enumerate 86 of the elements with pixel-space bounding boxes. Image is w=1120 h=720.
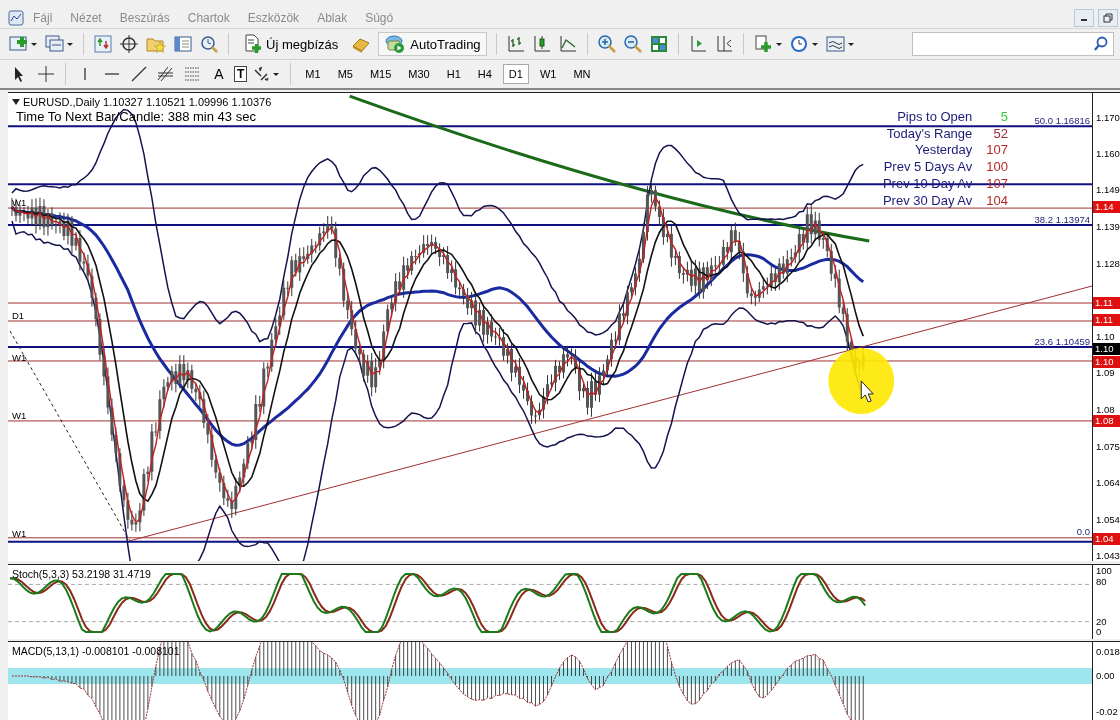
fibonacci-label: 0.0 (1076, 526, 1090, 537)
stat-value: 5 (999, 109, 1008, 126)
timeframe-tab[interactable]: H1 (440, 64, 467, 84)
period-label: W1 (12, 352, 27, 363)
axis-label: 0.018 (1096, 646, 1120, 657)
stat-label: Pips to Open (896, 109, 973, 126)
axis-label: 0 (1096, 626, 1102, 637)
stat-value: 52 (992, 125, 1008, 143)
bar-chart-icon[interactable] (505, 34, 526, 54)
axis-label: 1.075 (1096, 441, 1120, 452)
axis-label: 1.139 (1096, 221, 1120, 232)
price-tag: 1.10 (1093, 343, 1120, 355)
axis-label: 100 (1096, 565, 1112, 576)
axis-label: 1.170 (1096, 112, 1120, 123)
window-stack-icon[interactable] (44, 34, 74, 54)
chart-add-icon[interactable] (8, 34, 38, 54)
autotrading-button[interactable]: AutoTrading (378, 32, 487, 56)
axis-label: 1.054 (1096, 514, 1120, 525)
stat-label: Today's Range (885, 125, 973, 143)
timeframe-tab[interactable]: D1 (502, 64, 529, 84)
stat-label: Yesterday (913, 142, 973, 160)
minimize-button[interactable] (1074, 9, 1094, 27)
indicator-window-icon[interactable] (824, 34, 855, 54)
axis-label: 1.08 (1096, 404, 1115, 415)
zoom-out-icon[interactable] (622, 34, 643, 54)
search-icon (1093, 36, 1109, 52)
tile-windows-icon[interactable] (648, 34, 669, 54)
period-label: W1 (12, 528, 27, 539)
stat-label: Prev 5 Days Av (882, 159, 973, 176)
restore-icon (1103, 13, 1113, 23)
search-field[interactable] (912, 32, 1114, 56)
robot-play-icon (384, 34, 407, 54)
new-order-button[interactable]: Új megbízás (238, 32, 345, 56)
axis-label: 1.064 (1096, 477, 1120, 488)
timeframe-tab[interactable]: M15 (363, 64, 398, 84)
timeframe-tab[interactable]: M30 (402, 64, 436, 84)
panel-icon[interactable] (173, 34, 193, 54)
restore-button[interactable] (1098, 9, 1118, 27)
price-tag: 1.08 (1093, 415, 1120, 427)
stat-label: Prev 30 Day Av (882, 192, 973, 210)
dropdown-triangle-icon[interactable] (12, 99, 20, 105)
clock-icon[interactable] (788, 34, 819, 54)
zoom-in-icon[interactable] (596, 34, 617, 54)
document-plus-icon (244, 34, 262, 54)
arrows-icon[interactable] (93, 34, 113, 54)
axis-label: -0.02 (1096, 706, 1118, 717)
price-tag: 1.04 (1093, 533, 1120, 545)
timeframe-tab[interactable]: W1 (533, 64, 563, 84)
stat-value: 107 (986, 142, 1008, 160)
timeframe-tab[interactable]: M1 (299, 64, 327, 84)
timeframe-tab[interactable]: M5 (331, 64, 359, 84)
axis-label: 1.160 (1096, 148, 1120, 159)
template-add-icon[interactable] (752, 34, 783, 54)
axis-label: 80 (1096, 576, 1107, 587)
text-tool[interactable]: A (209, 66, 229, 82)
axis-label: 1.128 (1096, 258, 1120, 269)
cursor-highlight-drawing (828, 348, 895, 414)
axis-label: 1.149 (1096, 184, 1120, 195)
axis-label: 1.043 (1096, 550, 1120, 561)
price-tag: 1.11 (1093, 314, 1120, 326)
indicator-title: MACD(5,13,1) -0.008101 -0.008101 (12, 645, 180, 657)
period-label: W1 (12, 410, 27, 421)
label-tool[interactable]: T (234, 66, 248, 82)
chart-title: EURUSD.,Daily 1.10327 1.10521 1.09996 1.10376 (23, 96, 272, 108)
fibonacci-label: 50.0 1.16816 (1034, 115, 1090, 126)
price-tag: 1.11 (1093, 297, 1120, 309)
axis-label: 0.00 (1096, 670, 1115, 681)
stat-value: 104 (986, 192, 1008, 210)
price-tag: 1.10 (1093, 356, 1120, 368)
candlestick-icon[interactable] (531, 34, 552, 54)
crosshair-icon[interactable] (119, 34, 139, 54)
indicator-title: Stoch(5,3,3) 53.2198 31.4719 (12, 568, 151, 580)
axis-label: 20 (1096, 616, 1107, 627)
axis-label: 1.10 (1096, 331, 1115, 342)
fibonacci-label: 23.6 1.10459 (1034, 336, 1090, 347)
stat-value: 100 (986, 159, 1008, 176)
timeframe-tab[interactable]: H4 (471, 64, 498, 84)
axis-label: 1.09 (1096, 367, 1115, 378)
period-label: W1 (12, 197, 27, 208)
line-chart-icon[interactable] (557, 34, 578, 54)
fibonacci-label: 38.2 1.13974 (1034, 214, 1090, 225)
app-icon (8, 10, 24, 26)
timeframe-tab[interactable]: MN (567, 64, 597, 84)
magnifier-clock-icon[interactable] (199, 34, 219, 54)
price-tag: 1.14 (1093, 201, 1120, 213)
period-label: D1 (12, 310, 25, 321)
